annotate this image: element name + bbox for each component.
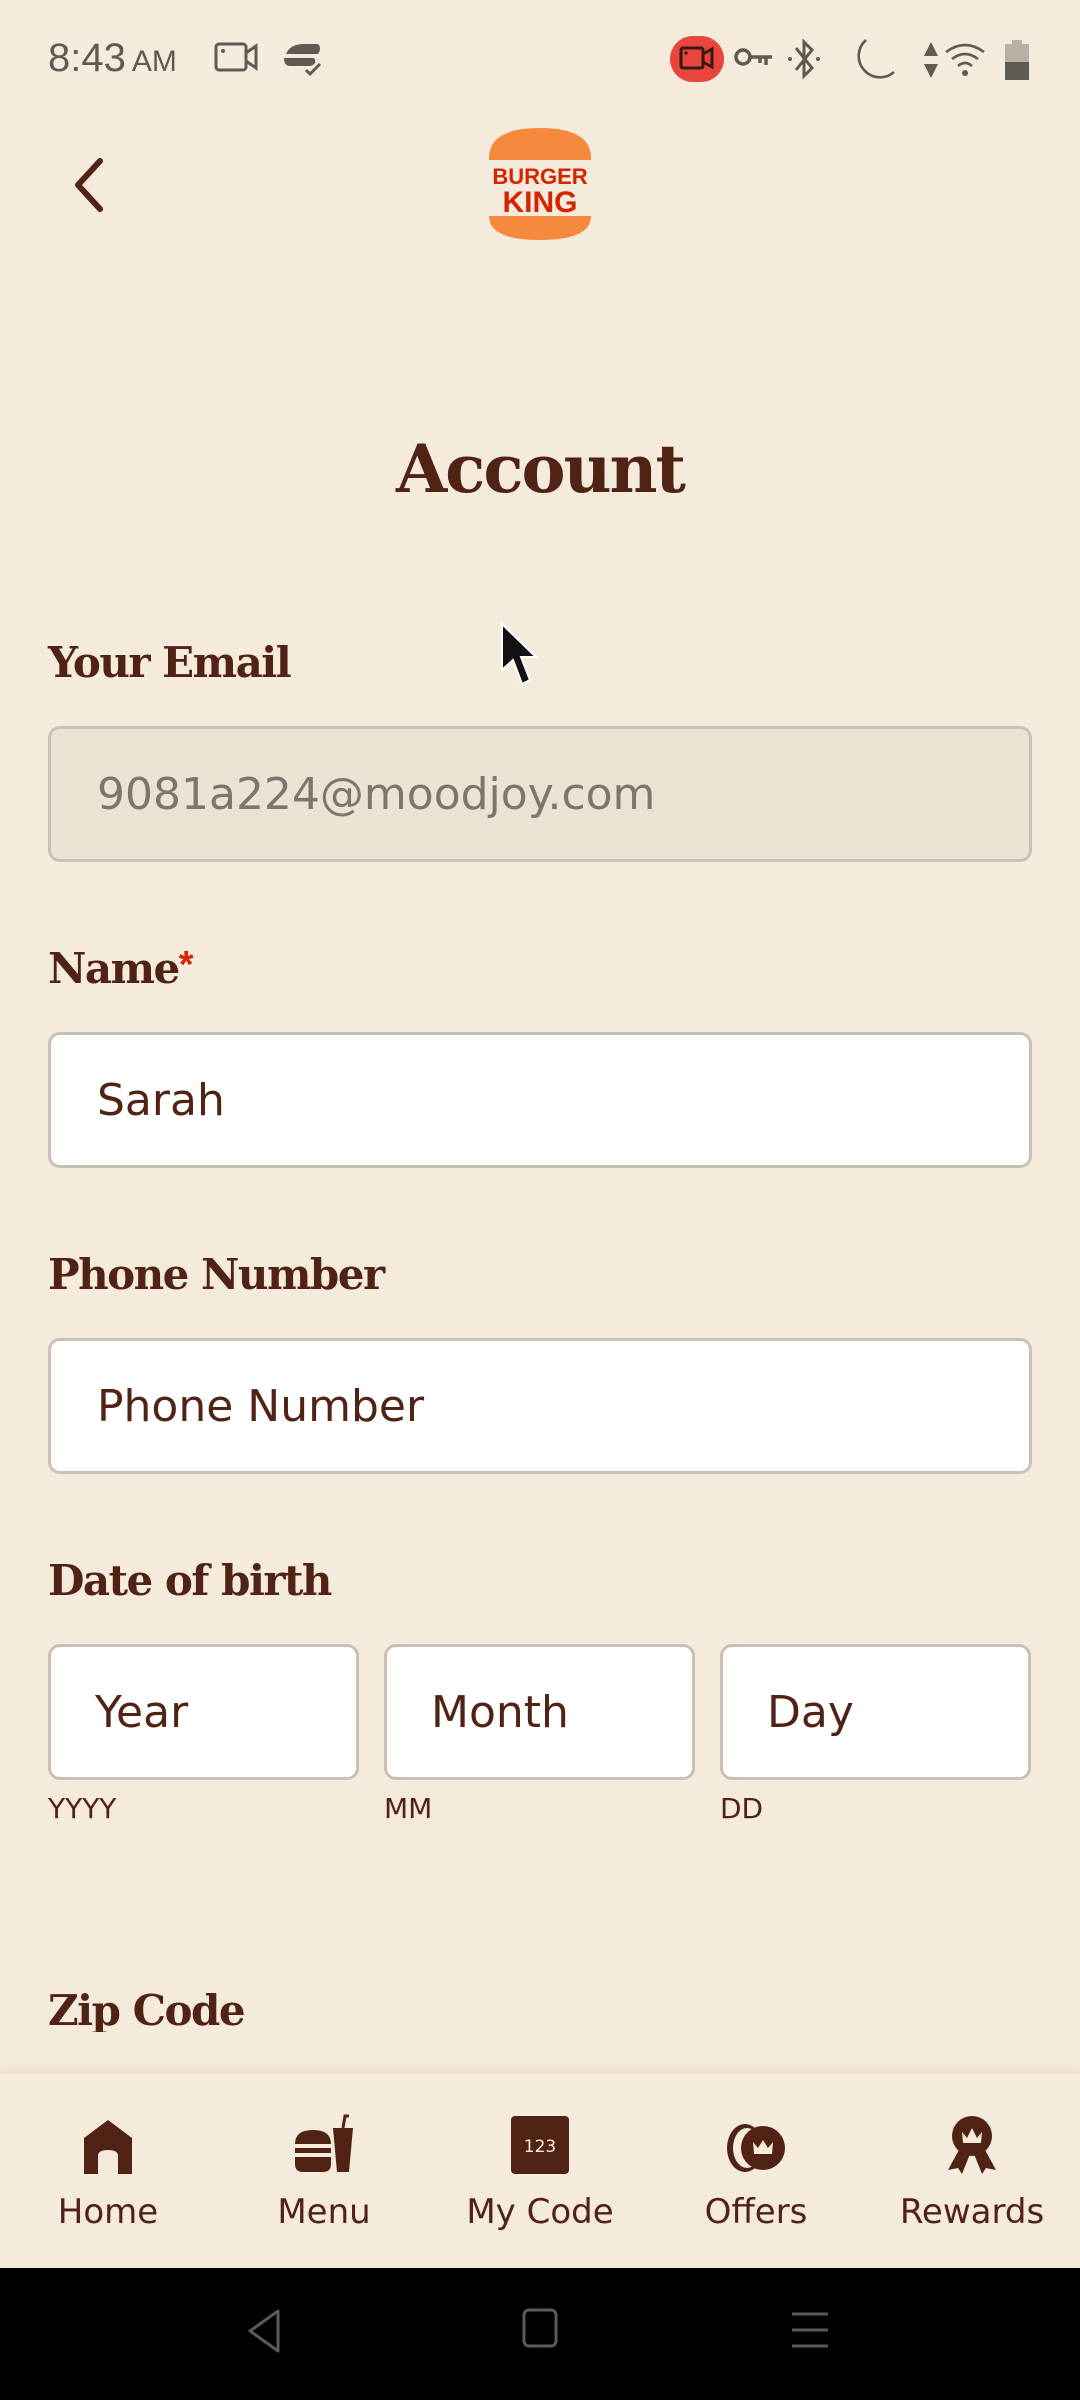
rewards-ribbon-crown-icon: [946, 2110, 998, 2174]
sync-icon: [280, 40, 326, 83]
nav-offers-label: Offers: [704, 2192, 808, 2232]
back-button[interactable]: [60, 150, 120, 220]
nav-home[interactable]: Home: [0, 2110, 216, 2250]
system-home-icon[interactable]: [522, 2308, 558, 2353]
zip-label: Zip Code: [48, 1986, 245, 2032]
bottom-nav: Home Menu 123 My Code Offers Rewards: [0, 2072, 1080, 2268]
system-navigation-bar: [0, 2268, 1080, 2400]
screen-record-icon: [214, 40, 260, 79]
mouse-pointer-icon: [500, 621, 542, 697]
email-label: Your Email: [48, 638, 292, 687]
wifi-icon: [944, 42, 986, 83]
burger-king-logo: BURGER KING: [485, 126, 595, 242]
offers-coins-crown-icon: [725, 2110, 787, 2174]
data-arrows-icon: [922, 40, 940, 85]
nav-my-code-label: My Code: [466, 2192, 614, 2232]
name-field[interactable]: Sarah: [48, 1032, 1032, 1168]
dob-month-placeholder: Month: [431, 1686, 569, 1738]
phone-placeholder: Phone Number: [97, 1380, 425, 1432]
status-time: 8:43 AM: [48, 36, 177, 81]
name-label: Name*: [48, 944, 194, 993]
home-icon: [82, 2110, 134, 2174]
chevron-left-icon: [75, 158, 103, 212]
dob-month-field[interactable]: Month: [384, 1644, 695, 1780]
status-time-value: 8:43: [48, 36, 126, 80]
bluetooth-icon: [786, 38, 822, 85]
dob-day-field[interactable]: Day: [720, 1644, 1031, 1780]
dob-year-hint: YYYY: [48, 1792, 117, 1825]
dob-year-placeholder: Year: [95, 1686, 189, 1738]
burger-drink-icon: [293, 2110, 355, 2174]
nav-home-label: Home: [57, 2192, 159, 2232]
vpn-key-icon: [734, 46, 774, 75]
dob-day-hint: DD: [720, 1792, 764, 1825]
recording-active-icon: [670, 36, 724, 87]
do-not-disturb-moon-icon: [850, 38, 896, 87]
logo-text-king: KING: [503, 186, 578, 219]
nav-my-code[interactable]: 123 My Code: [432, 2110, 648, 2250]
battery-icon: [1004, 40, 1030, 85]
name-label-text: Name: [48, 944, 180, 993]
dob-label: Date of birth: [48, 1556, 332, 1605]
code-text: 123: [524, 2137, 556, 2157]
dob-month-hint: MM: [384, 1792, 433, 1825]
status-time-ampm: AM: [131, 45, 177, 78]
page-title: Account: [395, 430, 686, 508]
email-field: 9081a224@moodjoy.com: [48, 726, 1032, 862]
nav-menu[interactable]: Menu: [216, 2110, 432, 2250]
code-123-icon: 123: [511, 2110, 569, 2174]
name-value: Sarah: [97, 1074, 225, 1126]
nav-menu-label: Menu: [277, 2192, 371, 2232]
nav-offers[interactable]: Offers: [648, 2110, 864, 2250]
nav-rewards[interactable]: Rewards: [864, 2110, 1080, 2250]
nav-rewards-label: Rewards: [899, 2192, 1045, 2232]
system-back-icon[interactable]: [246, 2308, 282, 2359]
app-header: BURGER KING: [0, 120, 1080, 250]
email-value: 9081a224@moodjoy.com: [97, 768, 656, 820]
dob-year-field[interactable]: Year: [48, 1644, 359, 1780]
required-asterisk: *: [178, 944, 194, 986]
phone-field[interactable]: Phone Number: [48, 1338, 1032, 1474]
dob-day-placeholder: Day: [767, 1686, 854, 1738]
phone-label: Phone Number: [48, 1250, 385, 1299]
system-recents-icon[interactable]: [790, 2310, 830, 2355]
status-bar: 8:43 AM: [0, 0, 1080, 120]
